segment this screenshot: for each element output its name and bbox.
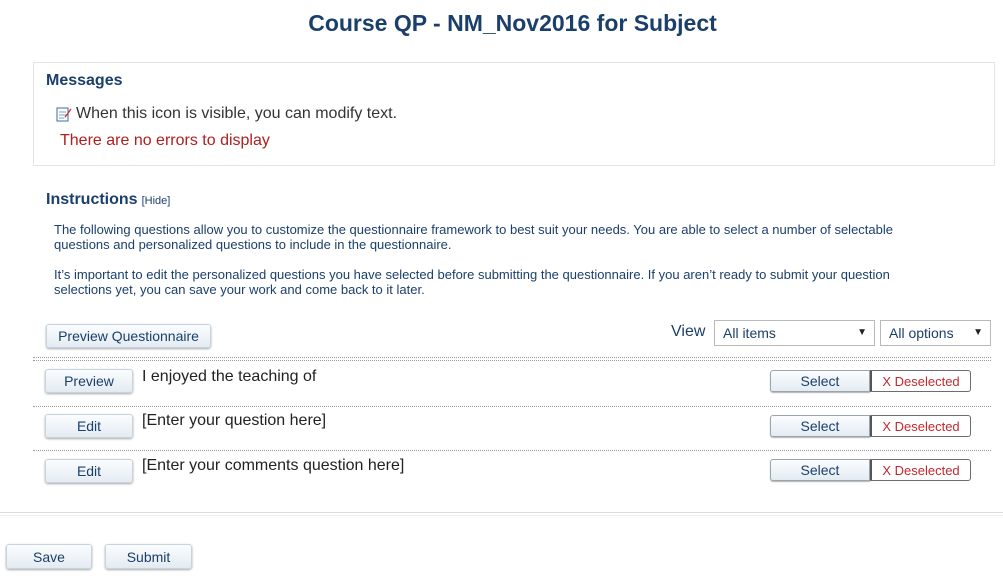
dropdown-arrow-icon: ▼: [857, 327, 867, 338]
question-text: I enjoyed the teaching of: [142, 368, 317, 385]
selection-toggle: Select X Deselected: [770, 370, 971, 392]
submit-button[interactable]: Submit: [105, 544, 192, 569]
instructions-line: questions and personalized questions to …: [54, 237, 452, 252]
edit-note-icon: [56, 106, 72, 122]
edit-question-button[interactable]: Edit: [45, 414, 133, 438]
divider: [33, 450, 991, 451]
select-button[interactable]: Select: [770, 415, 870, 437]
footer-divider: [0, 515, 1003, 516]
deselected-button[interactable]: X Deselected: [870, 459, 971, 481]
selection-toggle: Select X Deselected: [770, 415, 971, 437]
instructions-line: It’s important to edit the personalized …: [54, 267, 890, 282]
dropdown-arrow-icon: ▼: [973, 327, 983, 338]
options-filter-value: All options: [889, 325, 954, 341]
deselected-button[interactable]: X Deselected: [870, 370, 971, 392]
question-text[interactable]: [Enter your question here]: [142, 412, 326, 430]
preview-question-button[interactable]: Preview: [45, 369, 133, 393]
view-label: View: [671, 323, 706, 340]
select-button[interactable]: Select: [770, 370, 870, 392]
select-button[interactable]: Select: [770, 459, 870, 481]
divider: [33, 357, 991, 358]
options-filter-select[interactable]: All options ▼: [880, 320, 991, 346]
instructions-line: selections yet, you can save your work a…: [54, 282, 425, 297]
page-title: Course QP - NM_Nov2016 for Subject: [308, 10, 717, 36]
instructions-line: The following questions allow you to cus…: [54, 222, 893, 237]
deselected-button[interactable]: X Deselected: [870, 415, 971, 437]
edit-hint: When this icon is visible, you can modif…: [56, 105, 397, 123]
instructions-paragraph-1: The following questions allow you to cus…: [54, 222, 984, 252]
messages-title: Messages: [46, 72, 123, 89]
messages-panel: Messages When this icon is visible, you …: [33, 62, 995, 166]
items-filter-value: All items: [723, 325, 776, 341]
instructions-paragraph-2: It’s important to edit the personalized …: [54, 267, 984, 297]
divider: [33, 360, 991, 361]
instructions-title: Instructions: [46, 191, 138, 208]
instructions-heading: Instructions [Hide]: [46, 191, 170, 209]
edit-hint-text: When this icon is visible, you can modif…: [76, 105, 398, 122]
footer-divider: [0, 512, 1003, 513]
divider: [33, 406, 991, 407]
selection-toggle: Select X Deselected: [770, 459, 971, 481]
no-errors-message: There are no errors to display: [60, 132, 270, 149]
question-text[interactable]: [Enter your comments question here]: [142, 457, 404, 475]
preview-questionnaire-button[interactable]: Preview Questionnaire: [46, 324, 211, 348]
items-filter-select[interactable]: All items ▼: [714, 320, 875, 346]
hide-instructions-link[interactable]: [Hide]: [142, 195, 171, 207]
save-button[interactable]: Save: [6, 544, 92, 569]
edit-question-button[interactable]: Edit: [45, 459, 133, 483]
